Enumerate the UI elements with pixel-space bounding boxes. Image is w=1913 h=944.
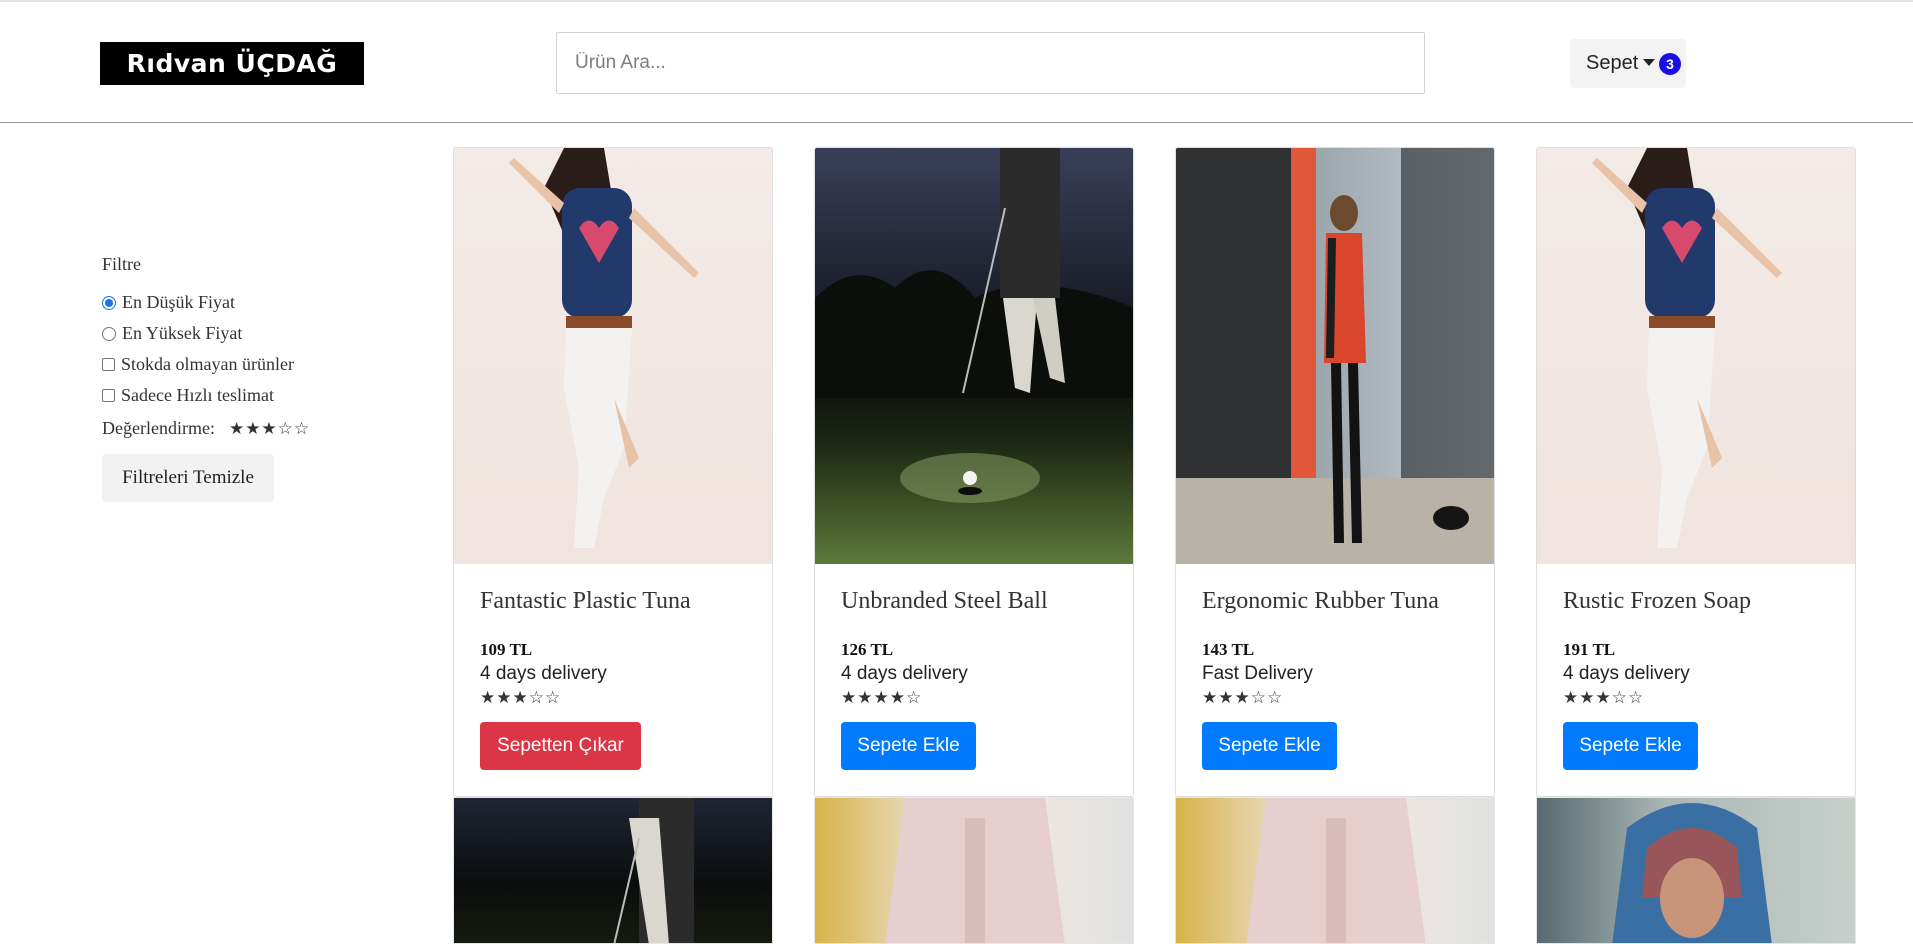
filter-title: Filtre bbox=[102, 254, 141, 274]
add-to-cart-button[interactable]: Sepete Ekle bbox=[841, 722, 976, 770]
product-image[interactable] bbox=[1537, 148, 1855, 564]
filter-option-label: Stokda olmayan ürünler bbox=[121, 354, 294, 374]
product-price: 109 TL bbox=[480, 640, 533, 659]
brand-logo[interactable]: Rıdvan ÜÇDAĞ bbox=[100, 42, 364, 85]
coat-photo-icon bbox=[885, 798, 1065, 943]
product-rating-stars-icon: ★★★☆☆ bbox=[1202, 688, 1284, 708]
filter-lowest-price[interactable]: En Düşük Fiyat bbox=[102, 292, 235, 313]
product-image[interactable] bbox=[1175, 797, 1495, 944]
filter-highest-price[interactable]: En Yüksek Fiyat bbox=[102, 323, 242, 344]
product-rating-stars-icon: ★★★★☆ bbox=[841, 688, 923, 708]
product-price: 143 TL bbox=[1202, 640, 1255, 659]
add-to-cart-button[interactable]: Sepete Ekle bbox=[1563, 722, 1698, 770]
add-to-cart-button[interactable]: Sepete Ekle bbox=[1202, 722, 1337, 770]
golf-photo-icon bbox=[613, 798, 694, 943]
product-price: 126 TL bbox=[841, 640, 894, 659]
radio-icon[interactable] bbox=[102, 326, 116, 341]
product-image[interactable] bbox=[815, 148, 1133, 564]
headscarf-photo-icon bbox=[1612, 803, 1772, 943]
filter-out-of-stock[interactable]: Stokda olmayan ürünler bbox=[102, 354, 294, 375]
product-image[interactable] bbox=[814, 797, 1134, 944]
street-photo-icon bbox=[1176, 148, 1494, 564]
product-card: Rustic Frozen Soap 191 TL 4 days deliver… bbox=[1536, 147, 1856, 797]
product-delivery: 4 days delivery bbox=[1563, 663, 1690, 684]
product-delivery: 4 days delivery bbox=[480, 663, 607, 684]
checkbox-icon[interactable] bbox=[102, 358, 115, 371]
product-card: Fantastic Plastic Tuna 109 TL 4 days del… bbox=[453, 147, 773, 797]
filter-fast-delivery[interactable]: Sadece Hızlı teslimat bbox=[102, 385, 274, 406]
site-header: Rıdvan ÜÇDAĞ Sepet 3 bbox=[0, 2, 1913, 123]
rating-stars-icon[interactable]: ★★★☆☆ bbox=[229, 419, 310, 439]
remove-from-cart-button[interactable]: Sepetten Çıkar bbox=[480, 722, 641, 770]
product-delivery: Fast Delivery bbox=[1202, 663, 1313, 684]
product-name[interactable]: Unbranded Steel Ball bbox=[841, 588, 1048, 615]
cart-label: Sepet bbox=[1586, 52, 1639, 74]
product-rating-stars-icon: ★★★☆☆ bbox=[480, 688, 562, 708]
product-card: Ergonomic Rubber Tuna 143 TL Fast Delive… bbox=[1175, 147, 1495, 797]
caret-down-icon bbox=[1643, 58, 1656, 66]
filter-option-label: En Yüksek Fiyat bbox=[122, 323, 243, 343]
coat-photo-icon bbox=[1246, 798, 1426, 943]
clear-filters-button[interactable]: Filtreleri Temizle bbox=[102, 454, 274, 502]
product-image[interactable] bbox=[453, 797, 773, 944]
search-input[interactable] bbox=[556, 32, 1425, 94]
product-price: 191 TL bbox=[1563, 640, 1616, 659]
woman-photo-icon bbox=[509, 148, 699, 548]
golf-photo-icon bbox=[815, 148, 1133, 503]
product-image[interactable] bbox=[454, 148, 772, 564]
product-name[interactable]: Rustic Frozen Soap bbox=[1563, 588, 1751, 615]
product-name[interactable]: Fantastic Plastic Tuna bbox=[480, 588, 691, 615]
product-rating-stars-icon: ★★★☆☆ bbox=[1563, 688, 1645, 708]
radio-checked-icon[interactable] bbox=[102, 295, 116, 310]
product-image[interactable] bbox=[1536, 797, 1856, 944]
product-name[interactable]: Ergonomic Rubber Tuna bbox=[1202, 588, 1439, 615]
cart-count-badge: 3 bbox=[1659, 53, 1681, 75]
filter-option-label: En Düşük Fiyat bbox=[122, 292, 236, 312]
woman-photo-icon bbox=[1592, 148, 1782, 548]
product-delivery: 4 days delivery bbox=[841, 663, 968, 684]
rating-filter: Değerlendirme: ★★★☆☆ bbox=[102, 418, 310, 439]
filter-option-label: Sadece Hızlı teslimat bbox=[121, 385, 274, 405]
product-image[interactable] bbox=[1176, 148, 1494, 564]
rating-label: Değerlendirme: bbox=[102, 418, 215, 438]
product-card: Unbranded Steel Ball 126 TL 4 days deliv… bbox=[814, 147, 1134, 797]
checkbox-icon[interactable] bbox=[102, 389, 115, 402]
